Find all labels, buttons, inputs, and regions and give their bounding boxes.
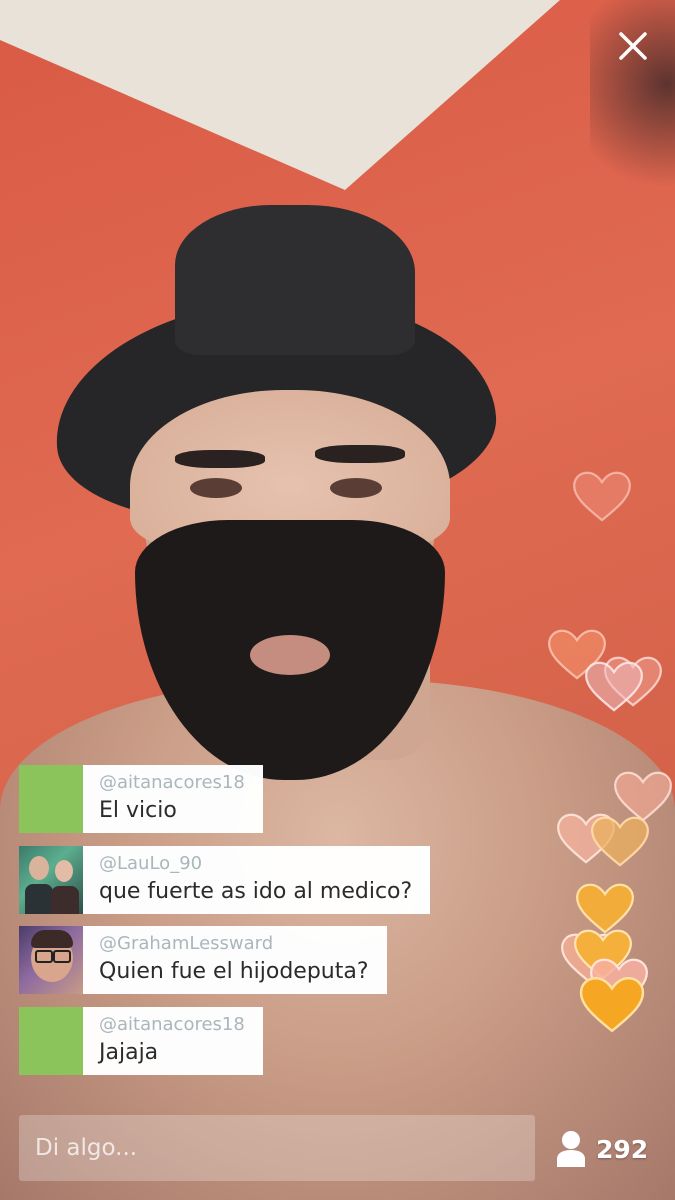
comment-bubble: @aitanacores18 Jajaja xyxy=(83,1007,263,1075)
comment-item[interactable]: @GrahamLessward Quien fue el hijodeputa? xyxy=(19,926,387,994)
avatar[interactable] xyxy=(19,846,83,914)
comment-item[interactable]: @aitanacores18 El vicio xyxy=(19,765,263,833)
comment-message: Jajaja xyxy=(99,1040,159,1065)
avatar[interactable] xyxy=(19,926,83,994)
comment-username[interactable]: @GrahamLessward xyxy=(99,933,369,955)
person-icon xyxy=(557,1131,585,1167)
avatar[interactable] xyxy=(19,765,83,833)
heart-icon xyxy=(576,883,634,934)
comment-item[interactable]: @aitanacores18 Jajaja xyxy=(19,1007,263,1075)
heart-icon xyxy=(579,976,645,1033)
comment-bubble: @LauLo_90 que fuerte as ido al medico? xyxy=(83,846,431,914)
heart-icon xyxy=(573,471,631,522)
comment-username[interactable]: @LauLo_90 xyxy=(99,853,412,875)
comment-item[interactable]: @LauLo_90 que fuerte as ido al medico? xyxy=(19,846,431,914)
comment-message: El vicio xyxy=(99,798,177,823)
comment-input-box[interactable] xyxy=(19,1115,535,1181)
comment-bubble: @aitanacores18 El vicio xyxy=(83,765,263,833)
viewer-count[interactable]: 292 xyxy=(555,1125,648,1173)
comment-bubble: @GrahamLessward Quien fue el hijodeputa? xyxy=(83,926,387,994)
comment-message: que fuerte as ido al medico? xyxy=(99,879,413,904)
comment-message: Quien fue el hijodeputa? xyxy=(99,959,369,984)
close-button[interactable] xyxy=(611,24,655,68)
viewer-count-value: 292 xyxy=(596,1134,649,1164)
heart-icon xyxy=(591,816,649,867)
heart-icon xyxy=(585,661,643,712)
comment-username[interactable]: @aitanacores18 xyxy=(99,772,245,794)
close-icon xyxy=(619,32,647,60)
avatar[interactable] xyxy=(19,1007,83,1075)
comment-input[interactable] xyxy=(19,1115,535,1181)
comment-username[interactable]: @aitanacores18 xyxy=(99,1014,245,1036)
